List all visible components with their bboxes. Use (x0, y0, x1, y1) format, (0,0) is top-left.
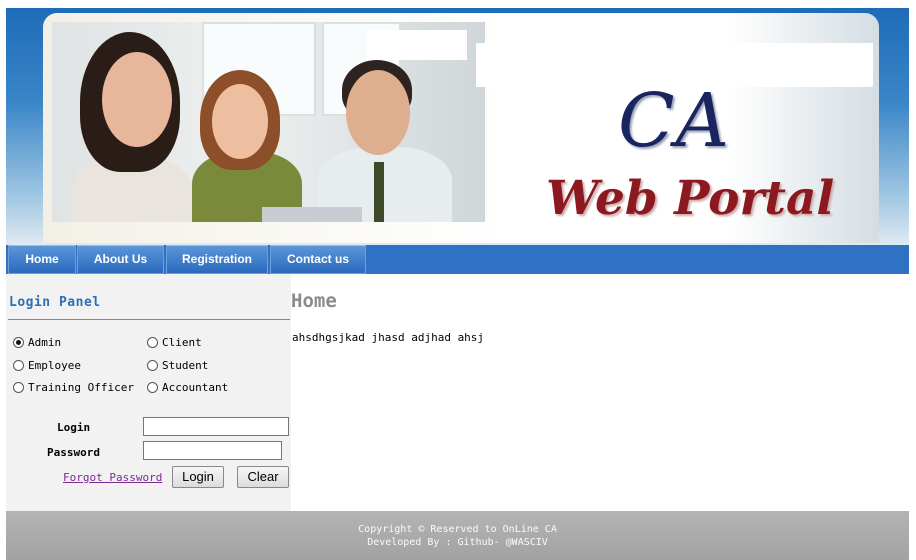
person-middle-face (212, 84, 268, 159)
logo-web-portal-text: Web Portal (546, 171, 835, 226)
radio-training-officer[interactable]: Training Officer (13, 381, 134, 394)
nav-about-us[interactable]: About Us (77, 245, 164, 274)
radio-icon[interactable] (147, 382, 158, 393)
panel-divider (8, 319, 290, 320)
radio-admin-label: Admin (28, 336, 62, 349)
radio-employee[interactable]: Employee (13, 359, 81, 372)
login-label: Login (57, 421, 91, 434)
nav-registration[interactable]: Registration (166, 245, 268, 274)
login-input[interactable] (143, 417, 289, 436)
radio-icon[interactable] (13, 382, 24, 393)
logo-ca-text: CA (618, 78, 731, 164)
radio-accountant[interactable]: Accountant (147, 381, 228, 394)
radio-client-label: Client (162, 336, 202, 349)
banner-white-patch (367, 30, 467, 60)
clear-button[interactable]: Clear (237, 466, 289, 488)
radio-training-officer-label: Training Officer (28, 381, 134, 394)
laptop (262, 207, 362, 222)
radio-student-label: Student (162, 359, 209, 372)
person-left-face (102, 52, 172, 147)
radio-student[interactable]: Student (147, 359, 208, 372)
radio-icon[interactable] (147, 337, 158, 348)
radio-client[interactable]: Client (147, 336, 202, 349)
footer: Copyright © Reserved to OnLine CA Develo… (6, 511, 909, 560)
radio-admin[interactable]: Admin (13, 336, 61, 349)
radio-selected-icon[interactable] (13, 337, 24, 348)
footer-developer: Developed By : Github- @WASCIV (367, 537, 548, 548)
nav-contact-us[interactable]: Contact us (270, 245, 366, 274)
page-body-text: ahsdhgsjkad jhasd adjhad ahsj (292, 331, 485, 344)
page-title: Home (291, 290, 337, 312)
tie (374, 162, 384, 222)
main-nav: Home About Us Registration Contact us (6, 245, 909, 274)
forgot-password-link[interactable]: Forgot Password (63, 471, 162, 484)
password-input[interactable] (143, 441, 282, 460)
login-button[interactable]: Login (172, 466, 224, 488)
person-right-face (346, 70, 410, 155)
login-panel-title: Login Panel (9, 295, 101, 310)
radio-accountant-label: Accountant (162, 381, 229, 394)
radio-employee-label: Employee (28, 359, 81, 372)
radio-icon[interactable] (13, 360, 24, 371)
login-panel: Login Panel Admin Client Employee Studen… (6, 274, 291, 511)
password-label: Password (47, 446, 100, 459)
footer-copyright: Copyright © Reserved to OnLine CA (358, 524, 557, 535)
radio-icon[interactable] (147, 360, 158, 371)
nav-home[interactable]: Home (8, 245, 76, 274)
